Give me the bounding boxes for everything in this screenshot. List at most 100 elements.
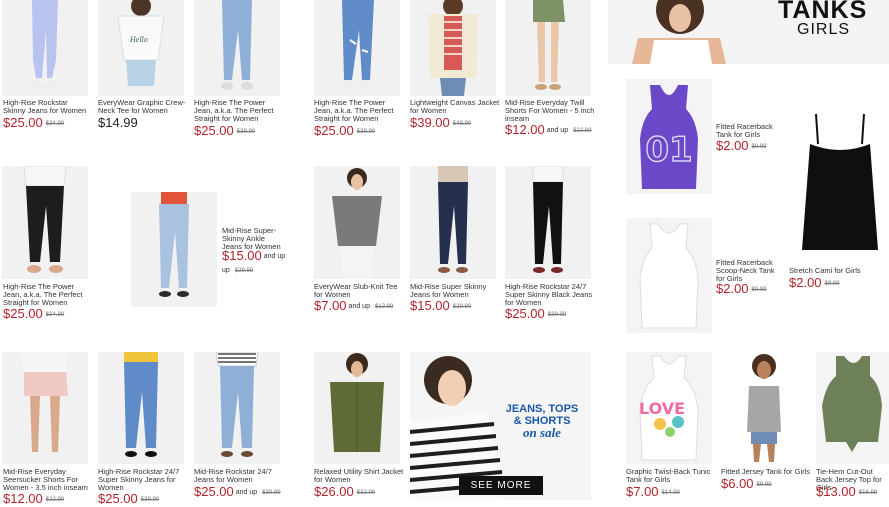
product-name[interactable]: EveryWear Graphic Crew-Neck Tee for Wome… [98, 99, 186, 115]
product-price: $6.00 $9.99 [721, 477, 772, 492]
original-price: $32.99 [356, 489, 376, 496]
model-image: Hello [117, 0, 165, 86]
product-image[interactable] [410, 0, 496, 96]
product-image[interactable] [505, 166, 591, 279]
product-name[interactable]: Lightweight Canvas Jacket for Women [410, 99, 500, 115]
and-up-label: and up [235, 488, 258, 496]
product-price: $12.00 $22.99 [3, 492, 64, 507]
sale-price: $12.00 [505, 122, 545, 137]
product-name[interactable]: Graphic Twist-Back Tunic Tank for Girls [626, 468, 716, 484]
model-image [23, 166, 67, 273]
product-price: $12.00 and up $22.99 [505, 123, 592, 138]
sale-price: $13.00 [816, 484, 856, 499]
cami-image [802, 113, 878, 250]
product-price: $25.00 $39.99 [314, 124, 375, 139]
product-price: $7.00 and up $12.99 [314, 299, 393, 314]
product-image[interactable] [2, 166, 88, 279]
sale-price: $12.00 [3, 491, 43, 506]
product-name[interactable]: Relaxed Utility Shirt Jacket for Women [314, 468, 404, 484]
model-image [330, 353, 384, 452]
sale-price: $25.00 [194, 484, 234, 499]
original-price: $29.99 [234, 267, 254, 274]
product-name[interactable]: Stretch Cami for Girls [789, 267, 889, 275]
product-image[interactable] [314, 166, 400, 279]
original-price: $39.99 [262, 489, 281, 496]
product-name[interactable]: Fitted Jersey Tank for Girls [721, 468, 811, 476]
tank-image [639, 223, 699, 329]
original-price: $29.99 [452, 303, 472, 310]
product-price: $25.00 $39.99 [194, 124, 255, 139]
tank-image [822, 356, 882, 452]
regular-price: $14.99 [98, 115, 138, 130]
original-price: $9.99 [756, 481, 772, 488]
product-price: $13.00 $16.99 [816, 485, 877, 500]
product-image[interactable] [626, 218, 712, 333]
product-name[interactable]: Mid-Rise Everyday Twill Shorts For Women… [505, 99, 595, 123]
sale-price: $25.00 [3, 306, 43, 321]
love-graphic-lo: LOVE [639, 399, 685, 418]
product-image[interactable] [131, 192, 217, 307]
product-name[interactable]: High-Rise The Power Jean, a.k.a. The Per… [314, 99, 404, 123]
banner-subtitle: GIRLS [797, 21, 851, 38]
promo-headline: JEANS, TOPS & SHORTS on sale [502, 403, 582, 439]
sale-price: $25.00 [194, 123, 234, 138]
sale-price: $6.00 [721, 476, 754, 491]
product-image[interactable] [410, 166, 496, 279]
original-price: $39.99 [547, 311, 567, 318]
product-image[interactable]: Hello [98, 0, 184, 96]
product-image[interactable] [816, 352, 889, 464]
sale-price: $7.00 [626, 484, 659, 499]
product-price: $7.00 $14.99 [626, 485, 680, 500]
model-image [747, 354, 781, 462]
and-up-label: and up [263, 252, 286, 260]
tank-number-graphic: 01 [645, 130, 692, 170]
original-price: $49.99 [452, 120, 472, 127]
product-price: $25.00 $34.99 [3, 307, 64, 322]
product-image[interactable] [314, 0, 400, 96]
product-name[interactable]: High-Rise Rockstar 24/7 Super Skinny Bla… [505, 283, 595, 307]
product-name[interactable]: High-Rise Rockstar Skinny Jeans for Wome… [3, 99, 91, 115]
product-name[interactable]: High-Rise The Power Jean, a.k.a. The Per… [194, 99, 284, 123]
sale-price: $25.00 [505, 306, 545, 321]
sale-price: $2.00 [716, 138, 749, 153]
model-image [533, 0, 565, 90]
product-name[interactable]: Mid-Rise Rockstar 24/7 Jeans for Women [194, 468, 284, 484]
sale-price: $25.00 [314, 123, 354, 138]
product-price: $26.00 $32.99 [314, 485, 375, 500]
product-price: $25.00 and up $39.99 [194, 485, 281, 500]
product-image[interactable] [2, 0, 88, 96]
product-image[interactable] [314, 352, 400, 464]
product-price: $2.00 $9.99 [789, 276, 840, 291]
model-image [22, 352, 68, 452]
product-name[interactable]: Fitted Racerback Tank for Girls [716, 123, 776, 139]
product-image[interactable] [194, 0, 280, 96]
product-image[interactable] [2, 352, 88, 464]
model-image [159, 192, 189, 297]
product-image[interactable] [98, 352, 184, 464]
svg-text:Hello: Hello [129, 35, 148, 44]
see-more-button[interactable]: SEE MORE [459, 476, 543, 495]
product-image[interactable] [194, 352, 280, 464]
product-price: $25.00 $39.99 [505, 307, 566, 322]
and-up-label: and up [546, 126, 569, 134]
product-price: $25.00 $34.99 [3, 116, 64, 131]
product-name[interactable]: Fitted Racerback Scoop-Neck Tank for Gir… [716, 259, 778, 283]
product-name[interactable]: Mid-Rise Everyday Seersucker Shorts For … [3, 468, 93, 492]
product-name[interactable]: Mid-Rise Super Skinny Jeans for Women [410, 283, 500, 299]
product-name[interactable]: EveryWear Slub-Knit Tee for Women [314, 283, 404, 299]
model-image [215, 352, 259, 457]
product-image[interactable] [721, 352, 807, 464]
product-image[interactable]: 01 [626, 79, 712, 194]
product-image[interactable]: LOVE [626, 352, 712, 464]
product-name[interactable]: High-Rise Rockstar 24/7 Super Skinny Jea… [98, 468, 188, 492]
product-image[interactable] [505, 0, 591, 96]
sale-price: $25.00 [3, 115, 43, 130]
and-up-label: and up [348, 302, 370, 310]
promo-line-1: JEANS, TOPS [505, 403, 579, 415]
model-image [124, 352, 158, 457]
original-price: $9.99 [751, 286, 767, 293]
product-image[interactable] [788, 100, 889, 265]
model-image [221, 0, 253, 90]
product-name[interactable]: High-Rise The Power Jean, a.k.a. The Per… [3, 283, 93, 307]
sale-price: $15.00 [222, 248, 262, 263]
